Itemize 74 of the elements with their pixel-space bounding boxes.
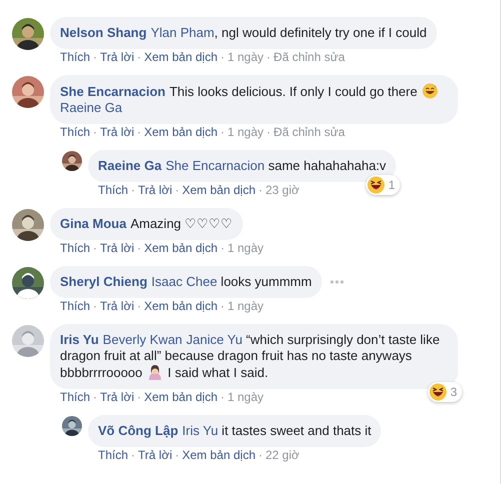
separator-dot: · [220,125,224,140]
comment-text: Gina Moua Amazing ♡♡♡♡ [60,216,233,232]
mention-link[interactable]: Iris Yu [182,423,218,438]
action-link[interactable]: Trả lời [100,50,134,65]
author-link[interactable]: Iris Yu [60,332,99,347]
author-link[interactable]: She Encarnacion [60,84,166,99]
mention-link[interactable]: She Encarnacion [166,158,265,173]
mention-link[interactable]: Ylan Pham [150,25,214,40]
action-link[interactable]: Trả lời [138,448,172,463]
separator-dot: · [137,390,142,405]
separator-dot: · [220,241,224,256]
separator-dot: · [93,299,98,314]
laughing-face-icon [367,176,386,194]
separator-dot: · [131,183,136,198]
comment-text: Nelson Shang Ylan Pham, ngl would definitely try one if I could [60,25,427,41]
comment-text: Raeine Ga She Encarnacion same hahahahaha:v [98,158,386,174]
separator-dot: · [137,50,142,65]
action-link[interactable]: Trả lời [100,299,134,314]
edited-label: Đã chỉnh sửa [274,125,345,140]
more-icon[interactable] [330,280,344,284]
separator-dot: · [258,448,262,463]
reaction-count: 3 [450,384,457,401]
comment-text: Võ Công Lập Iris Yu it tastes sweet and thats it [98,423,372,439]
action-link[interactable]: Xem bản dịch [144,50,218,65]
action-link[interactable]: Trả lời [100,390,134,405]
action-link[interactable]: Xem bản dịch [182,183,256,198]
action-link[interactable]: Thích [60,125,90,140]
action-link[interactable]: Xem bản dịch [144,390,218,405]
grinning-face-icon [422,83,438,99]
person-icon [147,364,163,380]
action-link[interactable]: Trả lời [100,241,134,256]
separator-dot: · [258,183,262,198]
separator-dot: · [266,125,271,140]
action-link[interactable]: Xem bản dịch [144,241,218,256]
separator-dot: · [137,125,142,140]
separator-dot: · [131,448,136,463]
separator-dot: · [93,390,98,405]
separator-dot: · [137,299,142,314]
laughing-face-icon [429,383,448,401]
action-link[interactable]: Xem bản dịch [144,125,218,140]
separator-dot: · [137,241,142,256]
action-link[interactable]: Trả lời [100,125,134,140]
author-link[interactable]: Sheryl Chieng [60,274,148,289]
separator-dot: · [220,390,224,405]
action-link[interactable]: Thích [60,390,90,405]
mention-link[interactable]: Janice Yu [186,332,242,347]
separator-dot: · [266,50,271,65]
separator-dot: · [175,183,180,198]
author-link[interactable]: Gina Moua [60,216,126,231]
reaction-count: 1 [388,177,396,194]
comment-text: She Encarnacion This looks delicious. If only I could go there Raeine Ga [60,83,448,116]
author-link[interactable]: Raeine Ga [98,158,162,173]
separator-dot: · [93,125,98,140]
action-link[interactable]: Thích [98,448,128,463]
comment-text: Iris Yu Beverly Kwan Janice Yu “which surprisingly don’t taste like dragon fruit at all” because dragon fruit has no taste anyways bbbbrrrrooooo I said what I said. [60,332,441,381]
separator-dot: · [220,299,224,314]
edited-label: Đã chỉnh sửa [274,50,345,65]
mention-link[interactable]: Beverly Kwan [102,332,182,347]
action-link[interactable]: Xem bản dịch [144,299,218,314]
action-link[interactable]: Trả lời [138,183,172,198]
action-link[interactable]: Thích [60,241,90,256]
action-link[interactable]: Thích [98,183,128,198]
separator-dot: · [220,50,224,65]
separator-dot: · [175,448,180,463]
action-link[interactable]: Thích [60,299,90,314]
separator-dot: · [93,50,98,65]
author-link[interactable]: Nelson Shang [60,25,147,40]
mention-link[interactable]: Raeine Ga [60,100,122,115]
mention-link[interactable]: Isaac Chee [151,274,218,289]
author-link[interactable]: Võ Công Lập [98,423,178,438]
action-link[interactable]: Thích [60,50,90,65]
comment-text: Sheryl Chieng Isaac Chee looks yummmm [60,274,312,290]
action-link[interactable]: Xem bản dịch [182,448,256,463]
separator-dot: · [93,241,98,256]
